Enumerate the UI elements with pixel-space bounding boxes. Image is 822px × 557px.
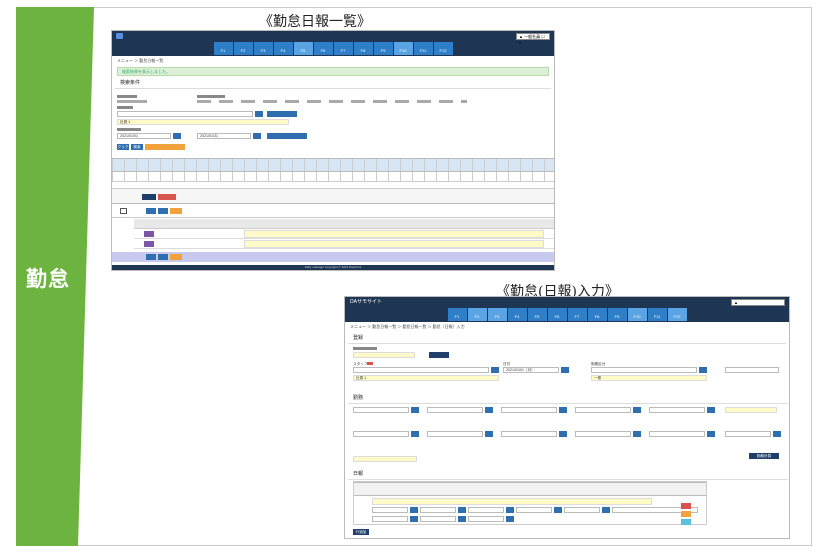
breadcrumb-2: メニュー ＞ 勤怠日報一覧 ＞ 勤怠日報一覧 ＞ 勤怠（日報）入力 <box>350 324 465 329</box>
breadcrumb: メニュー ＞ 勤怠日報一覧 <box>117 58 164 63</box>
sub-row-2-tag <box>144 241 154 247</box>
calc-button[interactable]: 勤務計算 <box>749 453 779 459</box>
staff-name-2: 社員 1 <box>353 375 499 381</box>
row-view-button[interactable] <box>158 208 168 214</box>
fkey2-11[interactable]: F11 <box>647 308 667 321</box>
row2-copy-button[interactable] <box>170 254 182 260</box>
summary-table-row <box>112 172 554 182</box>
sub-table-header <box>134 219 554 229</box>
fkey-2[interactable]: F2 <box>233 42 253 55</box>
search-button[interactable]: 検索 <box>131 144 143 150</box>
app-bar-2: DAサモサイト ▲ <box>345 297 789 308</box>
fkey2-3[interactable]: F3 <box>487 308 507 321</box>
fkey-6[interactable]: F6 <box>313 42 333 55</box>
screenshot-entry: DAサモサイト ▲ F1 F2 F3 F4 F5 F6 F7 F8 F9 F10… <box>344 296 790 539</box>
copy-row-button[interactable] <box>681 511 691 517</box>
calendar-icon[interactable] <box>561 367 569 373</box>
work-time-grid: 勤務計算 <box>353 401 783 467</box>
fkey2-12[interactable]: F12 <box>667 308 687 321</box>
fkey2-8[interactable]: F8 <box>587 308 607 321</box>
site-name: DAサモサイト <box>350 299 382 305</box>
export-button[interactable] <box>145 144 185 150</box>
fkey2-5[interactable]: F5 <box>527 308 547 321</box>
clear-button[interactable]: クリア <box>117 144 129 150</box>
fkey-11[interactable]: F11 <box>413 42 433 55</box>
daily-grid-header <box>354 482 706 496</box>
fkey-9[interactable]: F9 <box>373 42 393 55</box>
work-type-select[interactable] <box>725 367 779 373</box>
screenshot-list: ▲ 一般社員 ☐ ▾ F1 F2 F3 F4 F5 F6 F7 F8 F9 F1… <box>111 30 555 271</box>
fkey2-7[interactable]: F7 <box>567 308 587 321</box>
row-checkbox[interactable] <box>120 208 127 214</box>
detail-row[interactable] <box>112 204 554 218</box>
user-menu-2[interactable]: ▲ <box>731 299 785 306</box>
fkey-5[interactable]: F5 <box>293 42 313 55</box>
fkey2-9[interactable]: F9 <box>607 308 627 321</box>
row-edit-button[interactable] <box>146 208 156 214</box>
attendance-code-input[interactable] <box>591 367 697 373</box>
bulk-approve-button[interactable] <box>142 194 156 200</box>
staff-name-field: 社員 1 <box>117 119 289 125</box>
detail-row-selected[interactable] <box>112 252 554 262</box>
footer-copyright: Daily manager Copyright © 2021 DayPoint <box>112 265 554 270</box>
bulk-reject-button[interactable] <box>158 194 176 200</box>
date-input[interactable]: 2021/01/01（月） <box>503 367 559 373</box>
fkey-10[interactable]: F10 <box>393 42 413 55</box>
status-field <box>353 352 415 358</box>
staff-code-input[interactable] <box>117 111 253 117</box>
date-to-input[interactable]: 2021/01/31 <box>197 133 251 139</box>
attendance-name: 一般 <box>591 375 707 381</box>
fkey-12[interactable]: F12 <box>433 42 453 55</box>
attach-button[interactable] <box>681 519 691 525</box>
fkey-8[interactable]: F8 <box>353 42 373 55</box>
fkey-7[interactable]: F7 <box>333 42 353 55</box>
staff-search-icon-2[interactable] <box>491 367 499 373</box>
row2-edit-button[interactable] <box>146 254 156 260</box>
delete-row-button[interactable] <box>681 503 691 509</box>
status-change-button[interactable] <box>429 352 449 358</box>
sub-row-2 <box>134 239 554 249</box>
calendar-from-icon[interactable] <box>173 133 181 139</box>
fkey-3[interactable]: F3 <box>253 42 273 55</box>
staff-next-button[interactable] <box>267 111 297 117</box>
calendar-to-icon[interactable] <box>253 133 261 139</box>
user-menu[interactable]: ▲ 一般社員 ☐ ▾ <box>516 33 550 45</box>
success-alert: 検索結果を表示しました。 <box>117 67 549 76</box>
attendance-search-icon[interactable] <box>699 367 707 373</box>
function-key-bar: F1 F2 F3 F4 F5 F6 F7 F8 F9 F10 F11 F12 <box>112 42 554 56</box>
detail-table-header <box>112 188 554 204</box>
function-key-bar-2: F1 F2 F3 F4 F5 F6 F7 F8 F9 F10 F11 F12 <box>345 308 789 322</box>
search-section-title: 検索条件 <box>115 77 551 89</box>
fkey-1[interactable]: F1 <box>213 42 233 55</box>
fkey2-2[interactable]: F2 <box>467 308 487 321</box>
daily-section-title: 日報 <box>348 468 788 480</box>
app-logo-icon <box>116 33 123 39</box>
add-row-button[interactable]: 行追加 <box>353 529 369 535</box>
staff-search-icon[interactable] <box>255 111 263 117</box>
app-bar: ▲ 一般社員 ☐ ▾ <box>112 31 554 45</box>
fkey2-1[interactable]: F1 <box>447 308 467 321</box>
daily-grid <box>353 481 707 525</box>
fkey2-4[interactable]: F4 <box>507 308 527 321</box>
summary-table-header <box>112 158 554 172</box>
row-copy-button[interactable] <box>170 208 182 214</box>
period-nav-button[interactable] <box>267 133 307 139</box>
sidebar-label: 勤怠 <box>26 267 70 291</box>
caption-list: 《勤怠日報一覧》 <box>259 14 371 30</box>
row2-view-button[interactable] <box>158 254 168 260</box>
fkey-4[interactable]: F4 <box>273 42 293 55</box>
fkey2-6[interactable]: F6 <box>547 308 567 321</box>
search-form: 社員 1 2021/01/01 2021/01/31 クリア 検索 <box>117 95 547 153</box>
fkey2-10[interactable]: F10 <box>627 308 647 321</box>
date-from-input[interactable]: 2021/01/01 <box>117 133 171 139</box>
sub-row-1-tag <box>144 231 154 237</box>
sub-row-1 <box>134 229 554 239</box>
register-section-title: 登録 <box>348 332 786 344</box>
staff-input[interactable] <box>353 367 489 373</box>
register-form: スタッフ 社員 1 日付 2021/01/01（月） 勤務区分 一般 <box>353 347 783 389</box>
